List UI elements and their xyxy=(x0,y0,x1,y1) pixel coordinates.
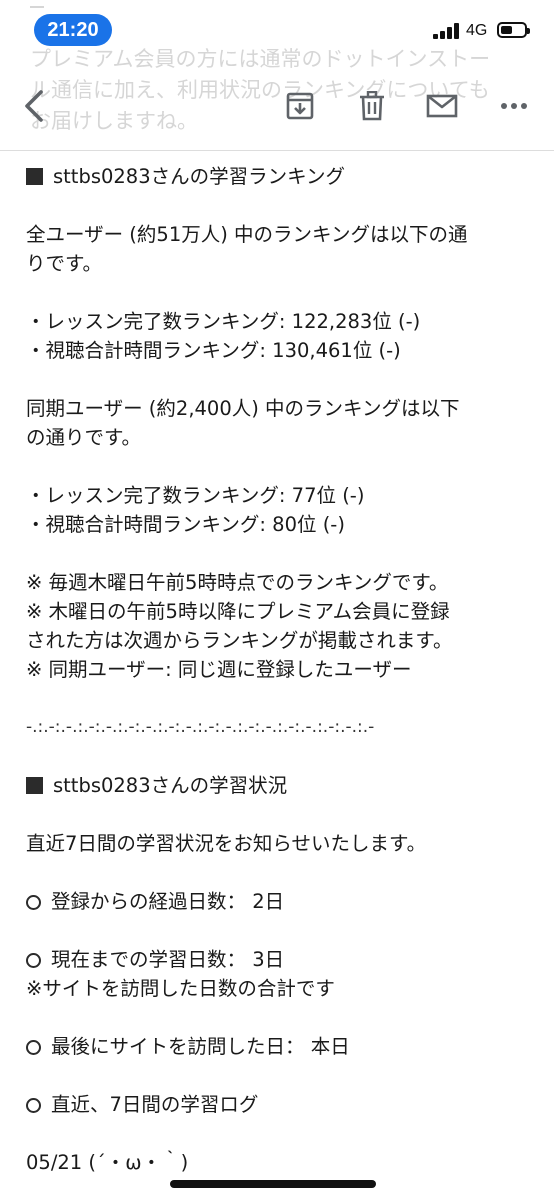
circle-bullet-icon xyxy=(26,1040,41,1055)
delete-button[interactable] xyxy=(350,80,394,132)
email-toolbar xyxy=(0,80,554,136)
body-text: の通りです。 xyxy=(26,426,142,449)
status-item-log: 直近、7日間の学習ログ xyxy=(26,1090,536,1119)
email-body: sttbs0283さんの学習ランキング 全ユーザー (約51万人) 中のランキン… xyxy=(26,162,536,1177)
mark-unread-button[interactable] xyxy=(420,80,464,132)
app-header: プレミアム会員の方には通常のドットインストー ル通信に加え、利用状況のランキング… xyxy=(0,0,554,151)
square-bullet-icon xyxy=(26,777,43,794)
status-time[interactable]: 21:20 xyxy=(34,14,112,46)
cellular-signal-icon xyxy=(433,23,463,39)
trash-icon xyxy=(360,91,384,121)
heading-text: sttbs0283さんの学習状況 xyxy=(53,774,288,797)
chevron-left-icon xyxy=(25,90,43,122)
home-indicator[interactable] xyxy=(170,1180,376,1188)
square-bullet-icon xyxy=(26,168,43,185)
more-horizontal-icon xyxy=(501,103,527,109)
section-heading-ranking: sttbs0283さんの学習ランキング xyxy=(26,162,536,191)
circle-bullet-icon xyxy=(26,895,41,910)
note-text: された方は次週からランキングが掲載されます。 xyxy=(26,629,453,652)
note-text: ※ 同期ユーザー: 同じ週に登録したユーザー xyxy=(26,658,412,681)
network-type: 4G xyxy=(466,22,488,39)
body-text: 同期ユーザー (約2,400人) 中のランキングは以下 xyxy=(26,397,460,420)
archive-icon xyxy=(286,92,314,120)
status-text: 現在までの学習日数： 3日 xyxy=(51,948,285,971)
status-text: 登録からの経過日数： 2日 xyxy=(51,890,285,913)
body-text: りです。 xyxy=(26,252,103,275)
ranking-item: ・レッスン完了数ランキング: 77位 (-) xyxy=(26,484,365,507)
note-text: ※ 木曜日の午前5時以降にプレミアム会員に登録 xyxy=(26,600,450,623)
note-text: ※ 毎週木曜日午前5時時点でのランキングです。 xyxy=(26,571,449,594)
ranking-item: ・視聴合計時間ランキング: 130,461位 (-) xyxy=(26,339,401,362)
status-item-elapsed: 登録からの経過日数： 2日 xyxy=(26,887,536,916)
decorative-divider: -.:.-:.-.:.-:.-.:.-:.-.:.-:.-.:.-:.-.:.-… xyxy=(26,717,375,737)
section-heading-status: sttbs0283さんの学習状況 xyxy=(26,771,536,800)
status-text: 最後にサイトを訪問した日： 本日 xyxy=(51,1035,350,1058)
archive-button[interactable] xyxy=(278,80,322,132)
ranking-item: ・レッスン完了数ランキング: 122,283位 (-) xyxy=(26,310,421,333)
circle-bullet-icon xyxy=(26,953,41,968)
more-options-button[interactable] xyxy=(494,80,534,132)
status-text: 直近、7日間の学習ログ xyxy=(51,1093,259,1116)
heading-text: sttbs0283さんの学習ランキング xyxy=(53,165,346,188)
note-text: ※サイトを訪問した日数の合計です xyxy=(26,977,335,1000)
mail-icon xyxy=(426,94,458,118)
circle-bullet-icon xyxy=(26,1098,41,1113)
status-item-last-visit: 最後にサイトを訪問した日： 本日 xyxy=(26,1032,536,1061)
battery-icon xyxy=(497,22,530,38)
log-entry: 05/21 (´・ω・｀) xyxy=(26,1151,189,1174)
back-button[interactable] xyxy=(12,80,56,132)
body-text: 全ユーザー (約51万人) 中のランキングは以下の通 xyxy=(26,223,468,246)
status-bar: 21:20 4G xyxy=(0,0,554,56)
body-text: 直近7日間の学習状況をお知らせいたします。 xyxy=(26,832,427,855)
status-item-study-days: 現在までの学習日数： 3日 xyxy=(26,945,536,974)
ranking-item: ・視聴合計時間ランキング: 80位 (-) xyxy=(26,513,345,536)
